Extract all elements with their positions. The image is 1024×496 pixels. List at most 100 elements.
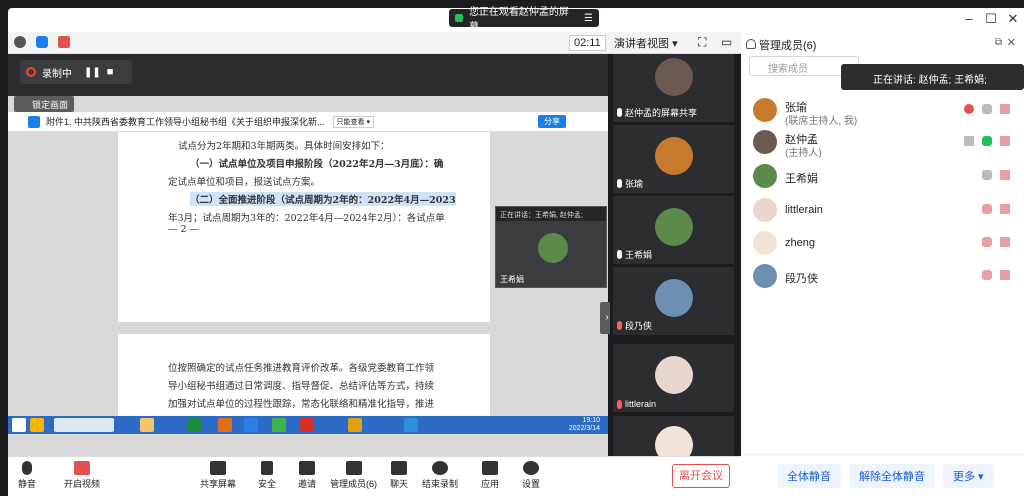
floating-video[interactable]: 正在讲话：王希娟, 赵仲孟; 王希娟 [495, 206, 607, 288]
avatar [655, 356, 693, 394]
camera-off-icon[interactable] [1000, 136, 1010, 146]
unmute-all-button[interactable]: 解除全体静音 [849, 463, 935, 488]
doc-line: 加强对试点单位的过程性跟踪，常态化联络和精准化指导，推进 [168, 399, 435, 410]
shared-screen-area: 录制中 ❚❚ ■ 锁定画面 附件1. 中共陕西省委教育工作领导小组秘书组《关于组… [8, 54, 614, 456]
members-icon [746, 39, 756, 49]
video-tile-label: 段乃侠 [617, 319, 652, 332]
share-screen-button[interactable]: 共享屏幕 [200, 461, 236, 490]
lock-screen-button[interactable]: 锁定画面 [14, 96, 75, 112]
screen-share-status[interactable]: 您正在观看赵仲孟的屏幕 ☰ [449, 7, 599, 33]
microphone-muted-icon[interactable] [982, 270, 992, 280]
doc-line: 导小组秘书组通过日常调度、指导督促、总结评估等方式，持续 [168, 381, 435, 392]
close-button[interactable]: ✕ [1004, 11, 1022, 27]
start-icon [12, 418, 26, 432]
settings-button[interactable]: 设置 [522, 461, 540, 490]
document-page-1: 试点分为2年期和3年期两类。具体时间安排如下： （一）试点单位及项目申报阶段（2… [118, 132, 490, 322]
more-button[interactable]: 更多 ▾ [943, 463, 994, 488]
camera-off-icon[interactable] [1000, 170, 1010, 180]
apps-icon [482, 461, 498, 475]
camera-off-icon[interactable] [1000, 204, 1010, 214]
document-logo-icon [28, 115, 40, 128]
popout-icon[interactable]: ⧉ [995, 37, 1002, 48]
microphone-muted-icon[interactable] [982, 237, 992, 247]
app-icon [404, 418, 418, 432]
maximize-button[interactable]: ☐ [982, 11, 1000, 27]
apps-button[interactable]: 应用 [481, 461, 499, 490]
signal-icon[interactable] [58, 36, 70, 48]
leave-meeting-button[interactable]: 离开会议 [672, 464, 730, 488]
shared-document-window: 锁定画面 附件1. 中共陕西省委教育工作领导小组秘书组《关于组织申报深化新...… [8, 96, 608, 456]
minimize-button[interactable]: – [960, 11, 978, 26]
avatar [753, 98, 777, 122]
video-tile[interactable]: littlerain [613, 344, 734, 412]
lock-screen-label: 锁定画面 [32, 100, 69, 110]
video-tile[interactable]: 赵仲孟的屏幕共享 [613, 54, 734, 122]
stop-recording-button[interactable]: ■ [107, 66, 114, 78]
browser-icon [244, 418, 258, 432]
video-button[interactable]: 开启视频 [64, 461, 100, 490]
app-icon [30, 418, 44, 432]
microphone-muted-icon[interactable] [982, 204, 992, 214]
video-tile-name: littlerain [625, 399, 657, 409]
recording-icon [964, 104, 974, 114]
members-label: 管理成员(6) [330, 479, 377, 489]
fullscreen-icon[interactable]: ⛶ [698, 35, 706, 50]
document-header: 附件1. 中共陕西省委教育工作领导小组秘书组《关于组织申报深化新... 只能查看… [8, 112, 608, 132]
doc-line: 定试点单位和项目，报送试点方案。 [168, 177, 321, 188]
end-recording-button[interactable]: 结束录制 [422, 461, 458, 490]
microphone-icon[interactable] [982, 104, 992, 114]
close-panel-button[interactable]: ✕ [1007, 36, 1016, 49]
doc-share-button[interactable]: 分享 [538, 115, 566, 128]
camera-off-icon[interactable] [1000, 104, 1010, 114]
video-tile[interactable]: 段乃侠 [613, 267, 734, 335]
chat-button[interactable]: 聊天 [390, 461, 408, 490]
mute-all-button[interactable]: 全体静音 [777, 463, 841, 488]
microphone-muted-icon [617, 399, 622, 409]
recording-bar: 录制中 ❚❚ ■ [20, 60, 132, 84]
info-icon[interactable] [14, 36, 26, 48]
avatar [753, 231, 777, 255]
manage-members-button[interactable]: 管理成员(6) [330, 461, 377, 490]
doc-line: 位按照确定的试点任务推进教育评价改革。各级党委教育工作领 [168, 363, 435, 374]
speaking-text: 正在讲话: 赵仲孟; 王希娟; [873, 75, 987, 86]
microphone-icon[interactable] [982, 136, 992, 146]
video-tile-name: 赵仲孟的屏幕共享 [625, 108, 698, 118]
microphone-icon [22, 461, 32, 475]
participants-panel: 管理成员(6) ⧉ ✕ 搜索成员 正在讲话: 赵仲孟; 王希娟; 张瑜 (联席主… [741, 32, 1024, 496]
camera-off-icon[interactable] [1000, 237, 1010, 247]
member-name: zheng [785, 237, 815, 249]
avatar [655, 208, 693, 246]
pause-recording-button[interactable]: ❚❚ [84, 67, 101, 78]
video-tile-name: 段乃侠 [625, 321, 653, 331]
meeting-info-bar: 02:11 演讲者视图 ▾ ⛶ ▭ [8, 32, 741, 54]
meeting-timer: 02:11 [569, 35, 606, 51]
doc-line: （二）全面推进阶段（试点周期为2年的：2022年4月—2023 [190, 192, 456, 206]
view-mode-button[interactable]: 演讲者视图 ▾ [614, 35, 678, 51]
security-button[interactable]: 安全 [258, 461, 276, 490]
add-user-icon [299, 461, 315, 475]
member-row[interactable]: 段乃侠 [753, 262, 1018, 290]
security-label: 安全 [258, 479, 277, 489]
hamburger-icon[interactable]: ☰ [584, 13, 593, 24]
shield-icon[interactable] [36, 36, 48, 48]
avatar [655, 58, 693, 96]
layout-icon[interactable]: ▭ [721, 35, 732, 49]
camera-off-icon[interactable] [1000, 270, 1010, 280]
member-row[interactable]: 赵仲孟 (主持人) [753, 128, 1018, 159]
member-row[interactable]: zheng [753, 229, 1018, 257]
shield-icon [261, 461, 273, 475]
video-tile[interactable] [613, 416, 734, 464]
windows-taskbar: 19:10 2022/3/14 [8, 416, 608, 434]
invite-button[interactable]: 邀请 [298, 461, 316, 490]
microphone-muted-icon [617, 321, 622, 330]
member-row[interactable]: littlerain [753, 196, 1018, 224]
mute-button[interactable]: 静音 [18, 461, 36, 490]
member-row[interactable]: 王希娟 [753, 162, 1018, 190]
video-tile[interactable]: 张瑜 [613, 125, 734, 193]
permission-badge[interactable]: 只能查看 ▾ [332, 115, 374, 128]
member-row[interactable]: 张瑜 (联席主持人, 我) [753, 96, 1018, 127]
video-tile[interactable]: 王希娟 [613, 196, 734, 264]
microphone-icon[interactable] [982, 170, 992, 180]
microphone-icon [617, 250, 622, 259]
recording-label: 录制中 [42, 68, 72, 80]
